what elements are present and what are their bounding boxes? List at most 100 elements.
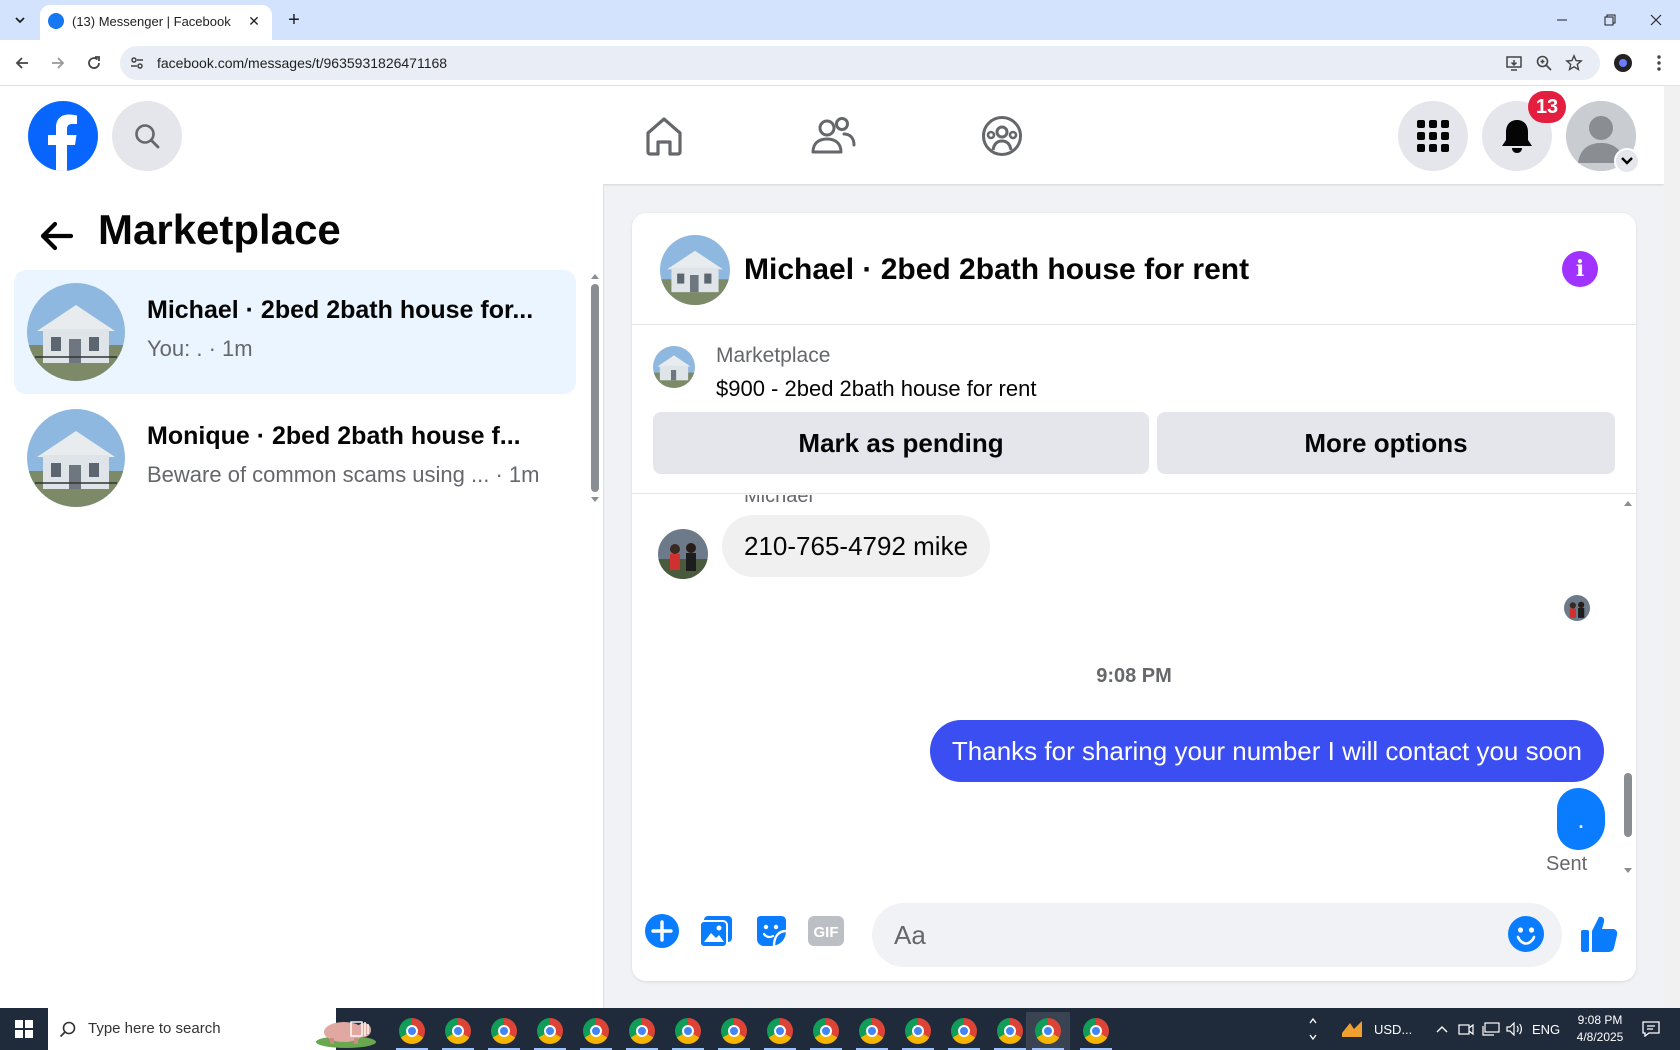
chrome-icon [537,1018,563,1044]
chrome-taskbar-icon[interactable] [850,1012,894,1050]
chrome-taskbar-icon[interactable] [436,1012,480,1050]
chrome-taskbar-icon[interactable] [896,1012,940,1050]
message-input[interactable] [872,903,1562,967]
meet-now-icon[interactable] [1458,1008,1474,1050]
address-bar[interactable]: facebook.com/messages/t/9635931826471168 [120,46,1600,80]
reload-button[interactable] [80,49,108,77]
chrome-taskbar-icon[interactable] [758,1012,802,1050]
taskbar-overflow-scroller[interactable] [1308,1008,1318,1050]
chrome-taskbar-icon[interactable] [1074,1012,1118,1050]
notification-center-icon[interactable] [1642,1008,1660,1050]
chrome-taskbar-icon[interactable] [482,1012,526,1050]
conversation-item[interactable]: Michael · 2bed 2bath house for... You: .… [14,270,576,394]
incoming-message[interactable]: 210-765-4792 mike [722,515,991,577]
chevron-up-down-icon [1309,1017,1317,1041]
mark-as-pending-button[interactable]: Mark as pending [653,412,1149,474]
close-tab-icon[interactable]: ✕ [246,13,262,29]
conversation-list-scrollbar[interactable] [590,272,600,504]
home-nav[interactable] [636,108,692,164]
chevron-down-icon [15,17,25,24]
friends-icon [811,117,856,154]
outgoing-message[interactable]: . [1557,788,1605,850]
groups-nav[interactable] [974,108,1030,164]
browser-toolbar: facebook.com/messages/t/9635931826471168 [0,40,1680,86]
sticker-icon[interactable] [752,912,790,950]
chat-title[interactable]: Michael · 2bed 2bath house for rent [744,253,1249,287]
chrome-taskbar-icon[interactable] [666,1012,710,1050]
photo-icon[interactable] [697,912,735,950]
bookmark-star-icon[interactable] [1564,53,1584,73]
currency-widget[interactable]: USD... [1340,1008,1412,1050]
volume-icon[interactable] [1506,1008,1524,1050]
chat-header: Michael · 2bed 2bath house for rent i [632,213,1636,325]
restore-button[interactable] [1588,6,1632,34]
install-app-icon[interactable] [1504,53,1524,73]
more-options-button[interactable]: More options [1157,412,1615,474]
outgoing-message[interactable]: Thanks for sharing your number I will co… [929,720,1604,782]
house-photo[interactable] [660,235,730,305]
currency-widget-icon [1342,1021,1362,1037]
task-view-icon[interactable] [348,1017,372,1041]
chrome-icon [1035,1018,1061,1044]
listing-photo [653,346,695,388]
chrome-taskbar-icon[interactable] [942,1012,986,1050]
close-window-button[interactable] [1634,6,1678,34]
browser-tab[interactable]: (13) Messenger | Facebook ✕ [40,5,272,40]
menu-button[interactable] [1398,101,1468,171]
chrome-taskbar-icon[interactable] [390,1012,434,1050]
chrome-taskbar-icon[interactable] [528,1012,572,1050]
home-icon [646,117,682,156]
plus-circle-icon[interactable] [643,912,681,950]
arrow-left-icon [15,57,28,69]
chrome-taskbar-icon[interactable] [712,1012,756,1050]
scroll-down-arrow-icon [591,497,599,502]
chrome-taskbar-icon-active[interactable] [1026,1012,1070,1050]
tray-show-hidden-icon[interactable] [1436,1008,1448,1050]
gif-icon[interactable]: GIF [807,912,845,950]
minimize-button[interactable] [1540,6,1584,34]
taskbar-clock[interactable]: 9:08 PM 4/8/2025 [1568,1012,1632,1046]
back-button[interactable] [8,49,36,77]
windows-logo-icon [15,1020,33,1038]
profile-icon[interactable] [1612,52,1634,74]
thumbs-up-icon[interactable] [1578,913,1620,955]
info-icon[interactable]: i [1562,251,1598,287]
browser-menu-icon[interactable] [1648,52,1670,74]
friends-nav[interactable] [805,108,861,164]
emoji-icon[interactable] [1508,916,1544,952]
conversation-item[interactable]: Monique · 2bed 2bath house f... Beware o… [14,396,576,520]
chrome-taskbar-icon[interactable] [574,1012,618,1050]
message-thread-scrollbar[interactable] [1622,497,1634,877]
chrome-icon [491,1018,517,1044]
search-button[interactable] [112,101,182,171]
chrome-icon [997,1018,1023,1044]
language-indicator[interactable]: ENG [1532,1008,1560,1050]
site-info-icon[interactable] [128,54,146,72]
chrome-icon [399,1018,425,1044]
scrollbar-thumb[interactable] [1624,773,1632,837]
chrome-taskbar-icon[interactable] [804,1012,848,1050]
new-tab-button[interactable]: + [282,8,306,32]
chrome-icon [767,1018,793,1044]
chrome-taskbar-icon[interactable] [620,1012,664,1050]
conversation-preview: Beware of common scams using ... · 1m [147,462,540,487]
zoom-icon[interactable] [1534,53,1554,73]
page-scrollbar[interactable] [1664,86,1680,1008]
scroll-up-arrow-icon [591,274,599,279]
sender-avatar[interactable] [658,529,708,579]
scroll-up-arrow-icon [1624,501,1632,506]
chrome-icon [583,1018,609,1044]
back-button[interactable] [34,214,78,258]
chrome-icon [905,1018,931,1044]
listing-title[interactable]: $900 - 2bed 2bath house for rent [716,376,1036,402]
scrollbar-thumb[interactable] [591,284,599,492]
forward-button[interactable] [44,49,72,77]
account-menu-caret[interactable] [1614,148,1640,174]
reload-icon [88,56,100,69]
start-button[interactable] [0,1008,48,1050]
listing-card: Marketplace $900 - 2bed 2bath house for … [632,326,1636,494]
facebook-logo[interactable] [28,101,98,171]
tab-list-button[interactable] [8,8,32,32]
taskbar-search[interactable]: Type here to search [48,1008,376,1050]
network-icon[interactable] [1482,1008,1500,1050]
